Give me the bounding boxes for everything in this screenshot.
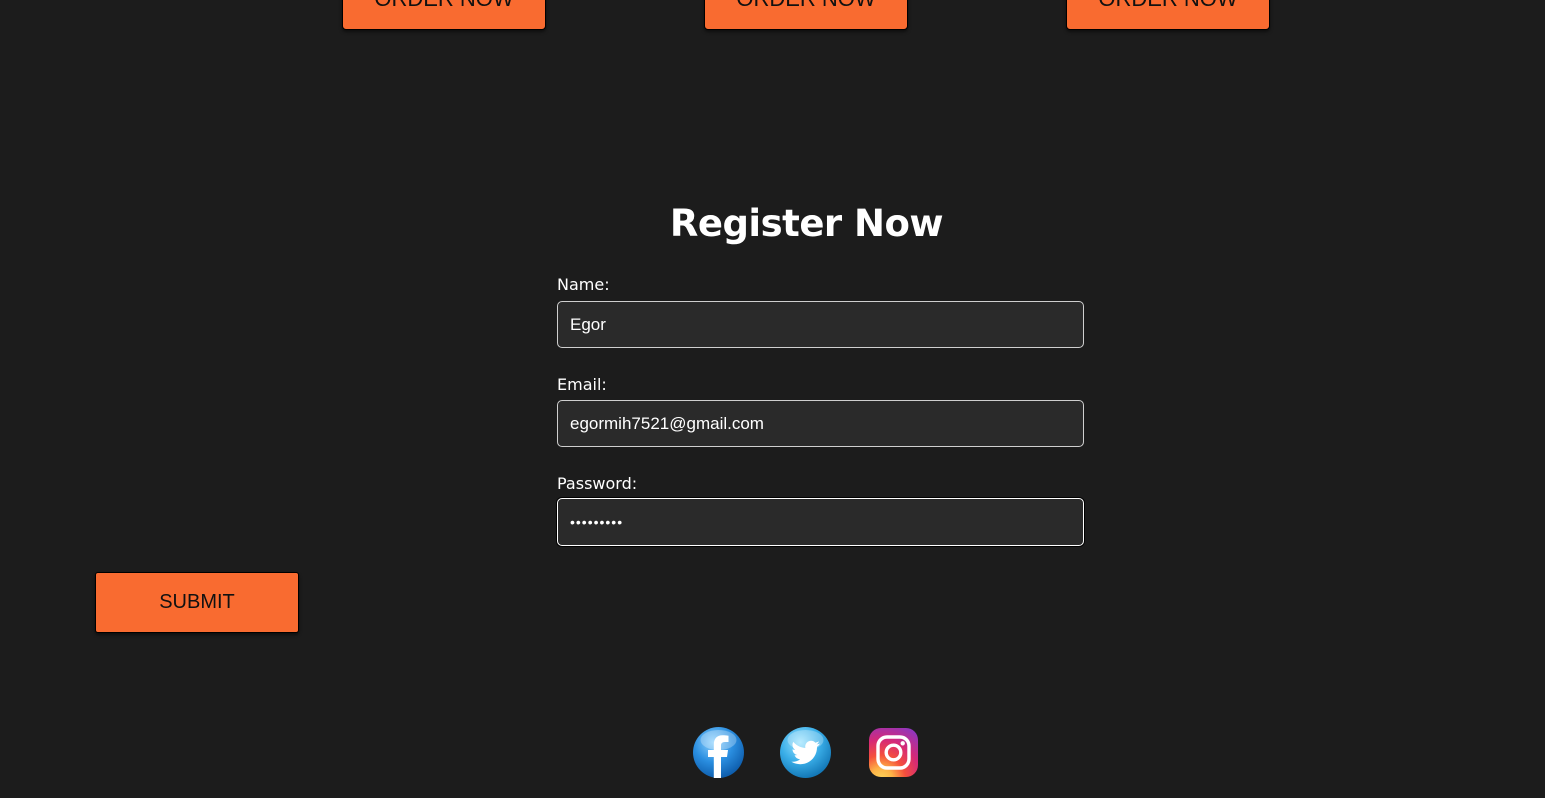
password-input[interactable] xyxy=(557,498,1084,546)
order-now-label: ORDER NOW xyxy=(736,0,875,12)
order-now-button[interactable]: ORDER NOW xyxy=(1066,0,1270,30)
email-label: Email: xyxy=(557,375,607,394)
email-input[interactable] xyxy=(557,400,1084,447)
name-input[interactable] xyxy=(557,301,1084,348)
name-label: Name: xyxy=(557,275,610,294)
order-now-label: ORDER NOW xyxy=(374,0,513,12)
instagram-icon xyxy=(869,728,918,777)
facebook-icon xyxy=(693,727,744,778)
order-now-button[interactable]: ORDER NOW xyxy=(704,0,908,30)
twitter-icon xyxy=(780,727,831,778)
register-title: Register Now xyxy=(669,202,944,245)
password-label: Password: xyxy=(557,474,638,493)
twitter-link[interactable] xyxy=(779,726,832,779)
facebook-link[interactable] xyxy=(692,726,745,779)
order-now-button[interactable]: ORDER NOW xyxy=(342,0,546,30)
submit-button[interactable]: SUBMIT xyxy=(95,572,299,633)
instagram-link[interactable] xyxy=(868,727,919,778)
order-now-label: ORDER NOW xyxy=(1098,0,1237,12)
